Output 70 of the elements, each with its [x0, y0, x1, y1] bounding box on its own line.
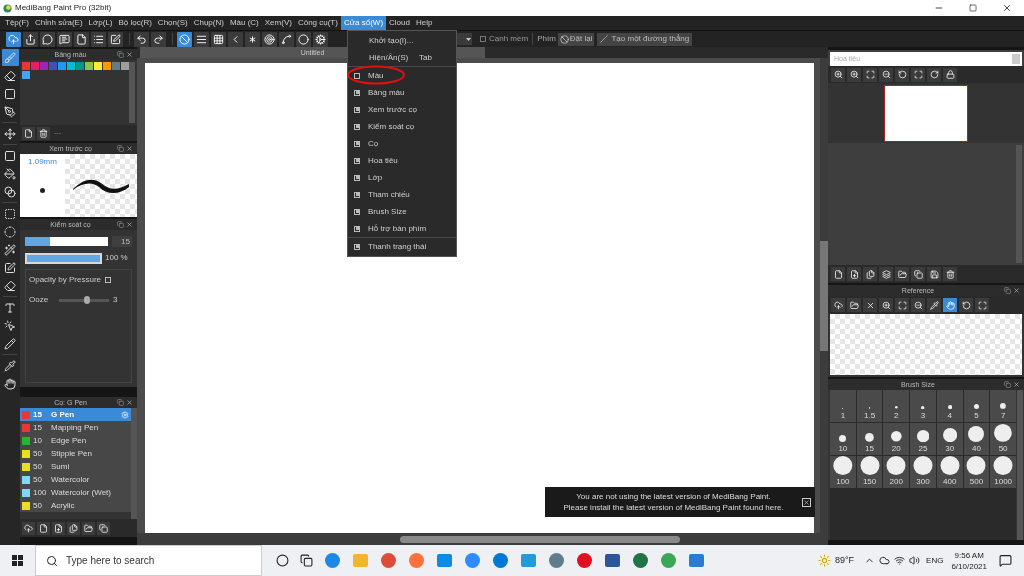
menu-item[interactable]: Khởi tạo(I)... — [348, 32, 456, 49]
ooze-value: 3 — [113, 294, 118, 306]
menu-bar-item[interactable]: Màu (C) — [226, 16, 262, 30]
notification-text: Please install the latest version of MediBang Paint found here. — [563, 502, 784, 513]
checkbox-label: Cạnh mềm — [489, 33, 529, 45]
brush-size-option[interactable]: 150 — [856, 456, 883, 488]
brush-size-option[interactable]: 5 — [963, 390, 990, 422]
menu-bar-item[interactable]: Bộ lọc(R) — [115, 16, 155, 30]
option-label: Ooze — [29, 294, 50, 306]
menu-bar-item[interactable]: Xem(V) — [261, 16, 295, 30]
menu-item[interactable]: Kiểm soát cọ — [348, 118, 456, 135]
language-indicator[interactable]: ENG — [926, 554, 944, 567]
weather-temperature: 89°F — [834, 553, 855, 567]
menu-item[interactable]: Tham chiếu — [348, 186, 456, 203]
opacity-value: 100 % — [105, 252, 128, 264]
brush-size-option[interactable]: 15 — [856, 423, 883, 455]
brush-size-reading: 1.09mm — [28, 156, 57, 168]
menu-bar-item[interactable]: Chọn(S) — [154, 16, 191, 30]
notification-text: You are not using the latest version of MediBang Paint. — [576, 491, 771, 502]
menu-bar-item[interactable]: Help — [412, 16, 436, 30]
brush-size-option[interactable]: 200 — [883, 456, 910, 488]
brush-list-item[interactable]: 50 Sumi — [20, 460, 131, 473]
menu-item[interactable]: Brush Size — [348, 203, 456, 220]
brush-list-item[interactable]: 15 Mapping Pen — [20, 421, 131, 434]
menu-bar-item[interactable]: Chỉnh sửa(E) — [32, 16, 86, 30]
menu-item[interactable]: Xem trước cọ — [348, 101, 456, 118]
brush-list-item[interactable]: 50 Watercolor — [20, 473, 131, 486]
menu-bar-item[interactable]: Tệp(F) — [2, 16, 32, 30]
brush-list-item[interactable]: 50 Acrylic — [20, 499, 131, 512]
keys-label: Phím — [537, 33, 556, 45]
brush-size-option[interactable]: 500 — [963, 456, 990, 488]
brush-list-item[interactable]: 100 Watercolor (Wet) — [20, 486, 131, 499]
option-label: Opacity by Pressure — [29, 274, 102, 286]
brush-size-option[interactable]: 40 — [963, 423, 990, 455]
brush-size-option[interactable]: 10 — [830, 423, 856, 455]
brush-size-option[interactable]: 100 — [830, 456, 856, 488]
menu-item[interactable]: Hỗ trợ bàn phím — [348, 220, 456, 237]
brush-size-option[interactable]: 25 — [910, 423, 936, 455]
menu-item[interactable]: Thanh trạng thái — [348, 238, 456, 255]
menu-bar-item[interactable]: Cloud — [386, 16, 413, 30]
brush-size-option[interactable]: 1 — [830, 390, 856, 422]
brush-list-item[interactable]: 15 G Pen — [20, 408, 131, 421]
brush-size-option[interactable]: 4 — [936, 390, 963, 422]
clock[interactable]: 9:56 AM 6/10/2021 — [951, 549, 987, 572]
brush-size-option[interactable]: 2 — [883, 390, 910, 422]
brush-size-option[interactable]: 20 — [883, 423, 910, 455]
menu-item[interactable]: Lớp — [348, 169, 456, 186]
menu-item[interactable]: Cọ — [348, 135, 456, 152]
brush-size-option[interactable]: 1.5 — [856, 390, 883, 422]
size-value-field[interactable]: 15 — [112, 236, 132, 247]
brush-size-option[interactable]: 400 — [936, 456, 963, 488]
brush-size-option[interactable]: 30 — [936, 423, 963, 455]
menu-item[interactable]: Màu — [348, 67, 456, 84]
brush-size-option[interactable]: 3 — [910, 390, 936, 422]
brush-size-option[interactable]: 50 — [990, 423, 1016, 455]
straight-line-button[interactable]: Tạo một đường thẳng — [597, 32, 693, 46]
brush-list-item[interactable]: 10 Edge Pen — [20, 434, 131, 447]
menu-item[interactable]: Bảng màu — [348, 84, 456, 101]
brush-list-item[interactable]: 50 Stipple Pen — [20, 447, 131, 460]
search-field[interactable]: Type here to search — [35, 545, 262, 576]
brush-size-option[interactable]: 1000 — [990, 456, 1016, 488]
reset-button[interactable]: Đặt lại — [557, 32, 595, 46]
menu-bar-item[interactable]: Chụp(N) — [190, 16, 227, 30]
brush-size-option[interactable]: 300 — [910, 456, 936, 488]
menu-item[interactable]: Hoa tiêu — [348, 152, 456, 169]
menu-bar-item[interactable]: Lớp(L) — [85, 16, 116, 30]
menu-bar-item[interactable]: Công cụ(T) — [294, 16, 341, 30]
brush-size-option[interactable]: 7 — [990, 390, 1016, 422]
menu-bar-item[interactable]: Cửa sổ(W) — [340, 16, 387, 30]
window-title: MediBang Paint Pro (32bit) — [15, 2, 113, 14]
